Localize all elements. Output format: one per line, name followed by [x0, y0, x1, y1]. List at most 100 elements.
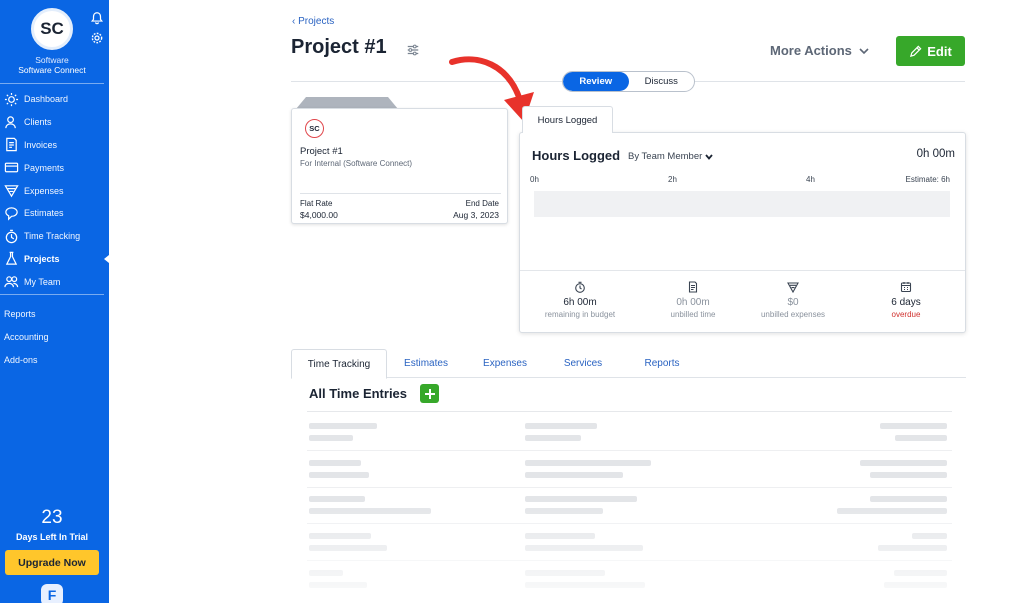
projects-icon — [5, 252, 18, 266]
company-line2: Software Connect — [18, 65, 86, 75]
more-actions-label: More Actions — [770, 43, 852, 58]
project-name: Project #1 — [300, 146, 343, 157]
end-date-value: Aug 3, 2023 — [453, 210, 499, 220]
sidebar-item-payments[interactable]: Payments — [0, 156, 109, 179]
skeleton-line — [895, 435, 947, 441]
skeleton-line — [309, 435, 353, 441]
sidebar-item-accounting[interactable]: Accounting — [0, 326, 109, 349]
page-title: Project #1 — [291, 36, 387, 58]
skeleton-line — [860, 460, 947, 466]
sidebar-item-projects[interactable]: Projects — [0, 248, 109, 271]
sidebar-item-add-ons[interactable]: Add-ons — [0, 349, 109, 372]
card-divider — [300, 193, 501, 194]
sidebar-divider — [0, 83, 104, 84]
edit-label: Edit — [927, 43, 952, 59]
dashboard-icon — [4, 92, 19, 106]
trial-days-label: Days Left In Trial — [15, 532, 89, 542]
stat-remaining-budget: 6h 00m remaining in budget — [525, 281, 635, 319]
sidebar-nav: Dashboard Clients Invoices Payments Expe… — [0, 88, 109, 293]
tab-reports[interactable]: Reports — [631, 349, 693, 378]
sidebar-item-label: Time Tracking — [24, 231, 81, 242]
back-link-label: Projects — [298, 16, 335, 27]
upgrade-now-button[interactable]: Upgrade Now — [5, 550, 99, 575]
sidebar-item-label: Dashboard — [24, 94, 69, 105]
bell-icon[interactable] — [90, 11, 104, 25]
rate-value: $4,000.00 — [300, 210, 338, 220]
more-actions-dropdown[interactable]: More Actions — [770, 43, 870, 58]
group-by-dropdown[interactable]: By Team Member — [628, 151, 714, 162]
group-by-label: By Team Member — [628, 151, 703, 162]
sidebar-item-clients[interactable]: Clients — [0, 111, 109, 134]
expenses-icon — [4, 185, 19, 198]
tab-estimates[interactable]: Estimates — [391, 349, 461, 378]
skeleton-line — [525, 435, 581, 441]
sidebar-item-label: Payments — [24, 162, 65, 173]
axis-tick: 0h — [530, 175, 539, 184]
tab-time-tracking[interactable]: Time Tracking — [291, 349, 387, 379]
sidebar-item-dashboard[interactable]: Dashboard — [0, 88, 109, 111]
skeleton-line — [525, 472, 623, 478]
sidebar-item-invoices[interactable]: Invoices — [0, 134, 109, 157]
sidebar-secondary-nav: Reports Accounting Add-ons — [0, 303, 109, 371]
sidebar-item-label: Estimates — [24, 208, 64, 219]
end-date-label: End Date — [465, 199, 499, 208]
stat-value: 6h 00m — [563, 297, 597, 308]
entries-divider — [307, 411, 952, 412]
row-divider — [307, 487, 952, 488]
sidebar-item-reports[interactable]: Reports — [0, 303, 109, 326]
sidebar-item-label: Expenses — [24, 185, 64, 196]
axis-tick: 4h — [806, 175, 815, 184]
rate-label: Flat Rate — [300, 199, 333, 208]
stat-value: 6 days — [891, 297, 921, 308]
skeleton-line — [525, 460, 651, 466]
sidebar-item-estimates[interactable]: Estimates — [0, 202, 109, 225]
sidebar-item-label: My Team — [24, 276, 61, 287]
back-to-projects-link[interactable]: ‹ Projects — [292, 16, 334, 27]
axis-tick: 2h — [668, 175, 677, 184]
sidebar-divider — [0, 294, 104, 295]
add-entry-button[interactable] — [420, 384, 439, 403]
company-line1: Software — [35, 55, 69, 65]
list-fade-overlay — [291, 500, 971, 603]
tab-services[interactable]: Services — [551, 349, 615, 378]
gear-icon[interactable] — [90, 31, 104, 45]
sidebar: SC Software Software Connect Dashboard C… — [0, 0, 109, 603]
hours-total: 0h 00m — [916, 148, 955, 160]
stat-unbilled-time: 0h 00m unbilled time — [638, 281, 748, 319]
stat-overdue: 6 days overdue — [851, 281, 961, 319]
stat-label: overdue — [891, 310, 921, 319]
review-toggle[interactable]: Review — [563, 72, 629, 91]
tab-expenses[interactable]: Expenses — [471, 349, 539, 378]
clients-icon — [5, 115, 16, 128]
time-tracking-icon — [5, 229, 18, 243]
stat-value: 0h 00m — [676, 297, 710, 308]
skeleton-line — [880, 423, 947, 429]
discuss-toggle[interactable]: Discuss — [629, 72, 695, 91]
company-name: Software Software Connect — [0, 55, 104, 75]
settings-sliders-icon[interactable] — [406, 43, 420, 57]
sidebar-item-expenses[interactable]: Expenses — [0, 179, 109, 202]
hours-logged-tab[interactable]: Hours Logged — [522, 106, 613, 133]
edit-button[interactable]: Edit — [896, 36, 965, 66]
invoices-icon — [6, 138, 17, 152]
panel-divider — [520, 270, 965, 271]
stat-value: $0 — [787, 297, 799, 308]
sidebar-item-label: Clients — [24, 117, 52, 128]
company-avatar[interactable]: SC — [31, 8, 73, 50]
entries-title: All Time Entries — [309, 386, 408, 401]
skeleton-line — [870, 472, 947, 478]
row-divider — [307, 450, 952, 451]
stat-label: remaining in budget — [544, 310, 616, 319]
skeleton-line — [525, 423, 597, 429]
sidebar-item-time-tracking[interactable]: Time Tracking — [0, 225, 109, 248]
sidebar-item-label: Projects — [24, 253, 60, 264]
hours-bar-track — [534, 191, 950, 217]
sidebar-item-my-team[interactable]: My Team — [0, 270, 109, 293]
stat-unbilled-expenses: $0 unbilled expenses — [738, 281, 848, 319]
hours-logged-title: Hours Logged — [532, 148, 621, 163]
stopwatch-icon — [575, 281, 585, 293]
trial-days-count: 23 — [41, 507, 63, 528]
team-icon — [4, 276, 19, 288]
estimate-label: Estimate: 6h — [905, 175, 950, 184]
project-tabs: Time Tracking Estimates Expenses Service… — [291, 349, 966, 379]
